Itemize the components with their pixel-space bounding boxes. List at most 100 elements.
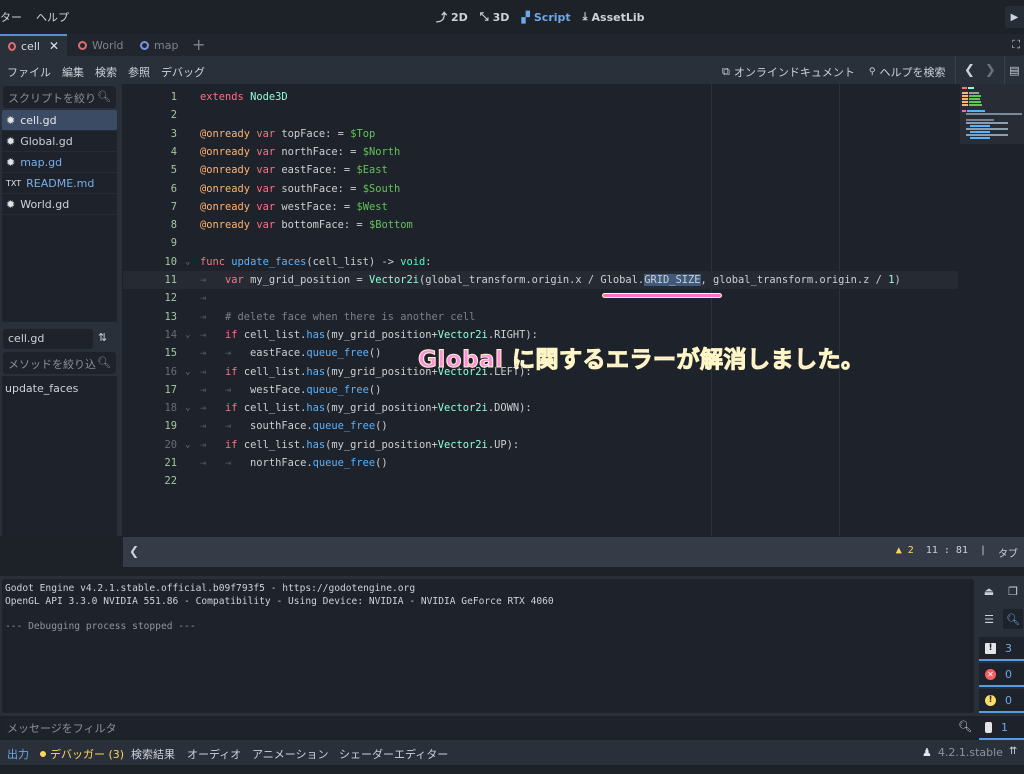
tab-audio[interactable]: オーディオ (187, 746, 241, 762)
workspace-2d[interactable]: ⤴ 2D (436, 9, 468, 25)
sort-button[interactable]: ⇅ (98, 331, 107, 344)
tab-output[interactable]: 出力 (7, 746, 29, 762)
fold-arrow-icon[interactable]: ⌄ (185, 363, 190, 381)
tab-debugger[interactable]: デバッガー (3) (40, 746, 124, 762)
script-menu-bar: ファイル 編集 検索 参照 デバッグ ⧉ オンラインドキュメント ⚲ ヘルプを検索 (0, 56, 1024, 84)
code-line: 2 (123, 106, 958, 124)
filter-editor-messages-button[interactable]: 1 (979, 716, 1024, 740)
method-item[interactable]: update_faces (5, 382, 114, 395)
workspace-3d[interactable]: ⤡ 3D (480, 9, 510, 25)
pin-icon: ⇈ (1009, 746, 1018, 757)
script-item-global[interactable]: ✹ Global.gd (2, 131, 117, 152)
tab-world[interactable]: World (70, 34, 132, 56)
menu-help[interactable]: ヘルプ (36, 9, 69, 25)
menu-search[interactable]: 検索 (95, 64, 117, 80)
version-info[interactable]: ♟ 4.2.1.stable (922, 746, 1003, 759)
menu-file[interactable]: ファイル (7, 64, 51, 80)
bottom-panel-tabs: 出力 デバッガー (3) 検索結果 オーディオ アニメーション シェーダーエディ… (0, 740, 1024, 765)
message-filter-input[interactable]: メッセージをフィルタ (2, 716, 974, 738)
code-line: 21 ⇥ ⇥ northFace.queue_free() (123, 454, 958, 472)
distraction-free-button[interactable]: ⛶ (1012, 38, 1020, 52)
fold-arrow-icon[interactable]: ⌄ (185, 399, 190, 417)
list-icon: ☰ (984, 612, 994, 626)
tab-shader-editor-label: シェーダーエディター (339, 748, 449, 761)
close-icon[interactable]: ✕ (49, 39, 59, 53)
back-arrow-icon[interactable]: ❮ (964, 63, 975, 78)
code-line: 20 ⌄ ⇥ if cell_list.has(my_grid_position+V… (123, 436, 958, 454)
script-filter-input[interactable]: スクリプトを絞り 🔍︎ (3, 86, 116, 108)
main-menu: ター ヘルプ (0, 9, 69, 25)
menu-debug[interactable]: デバッグ (161, 64, 205, 80)
copy-output-button[interactable]: ❐ (1003, 581, 1023, 601)
warning-icon: ▲ (895, 545, 902, 556)
output-tools: ⏏ ❐ ☰ 🔍︎ ! 3 ✕ 0 ! 0 (977, 576, 1024, 716)
code-line: 18 ⌄ ⇥ if cell_list.has(my_grid_position+V… (123, 399, 958, 417)
method-list: update_faces (2, 376, 117, 536)
script-item-cell[interactable]: ✹ cell.gd (2, 110, 117, 131)
scene-2d-icon (140, 40, 149, 50)
errors-count: 0 (1005, 667, 1012, 681)
warnings-button[interactable]: ▲ 2 (896, 545, 914, 560)
toggle-search-button[interactable]: 🔍︎ (1003, 609, 1023, 629)
line-number: 5 (170, 164, 177, 177)
tab-cell-label: cell (21, 39, 40, 53)
indent-mode[interactable]: タブ (998, 545, 1018, 560)
line-number: 20 (164, 438, 177, 451)
fold-arrow-icon[interactable]: ⌄ (185, 326, 190, 344)
play-button[interactable]: ▶ (1005, 6, 1024, 28)
forward-arrow-icon[interactable]: ❯ (985, 63, 996, 78)
cursor-position: 11 : 81 (925, 545, 968, 556)
gear-icon: ✹ (6, 134, 16, 148)
tab-map[interactable]: map (132, 34, 186, 56)
download-icon: ⤓ (582, 10, 588, 23)
script-item-readme[interactable]: TXT README.md (2, 173, 117, 194)
line-number: 22 (164, 475, 177, 488)
error-icon: ✕ (985, 668, 996, 680)
line-number: 10 (164, 255, 177, 268)
code-editor[interactable]: 1 extends Node3D 2 3 @onready var topFace:… (123, 84, 1024, 536)
script-item-world[interactable]: ✹ World.gd (2, 194, 117, 215)
line-number: 1 (170, 91, 177, 103)
version-label: 4.2.1.stable (937, 746, 1003, 759)
filter-errors-button[interactable]: ✕ 0 (979, 663, 1024, 687)
add-tab-button[interactable]: + (192, 35, 205, 54)
annotation-underline (602, 293, 722, 298)
toggle-scripts-panel-icon[interactable]: ❮ (129, 544, 139, 558)
line-number: 7 (170, 200, 177, 213)
filter-warnings-button[interactable]: ! 0 (979, 689, 1024, 713)
message-icon: ! (985, 642, 996, 654)
code-line: 17 ⇥ ⇥ westFace.queue_free() (123, 381, 958, 399)
method-filter-placeholder: メソッドを絞り込 (8, 358, 96, 371)
tab-cell[interactable]: cell ✕ (0, 34, 67, 56)
minimap[interactable] (960, 84, 1024, 144)
output-log[interactable]: Godot Engine v4.2.1.stable.official.b09f… (2, 579, 974, 713)
line-number: 12 (164, 292, 177, 305)
tab-search-results[interactable]: 検索結果 (131, 746, 175, 762)
workspace-assetlib[interactable]: ⤓ AssetLib (583, 9, 645, 25)
workspace-3d-label: 3D (492, 10, 510, 24)
script-item-map[interactable]: ✹ map.gd (2, 152, 117, 173)
tab-animation[interactable]: アニメーション (252, 746, 329, 762)
code-line: 5 @onready var eastFace: = $East (123, 161, 958, 179)
fold-arrow-icon[interactable]: ⌄ (185, 436, 190, 454)
toggle-panel-button[interactable]: ▤ (1004, 56, 1024, 84)
panel-splitter[interactable] (0, 567, 1024, 576)
collapse-duplicates-button[interactable]: ☰ (979, 609, 999, 629)
search-help-label: ヘルプを検索 (879, 66, 946, 79)
tab-shader-editor[interactable]: シェーダーエディター (339, 746, 448, 762)
search-help-button[interactable]: ⚲ ヘルプを検索 (869, 64, 946, 80)
fold-arrow-icon[interactable]: ⌄ (185, 253, 190, 271)
menu-editor[interactable]: ター (0, 9, 22, 25)
menu-edit[interactable]: 編集 (62, 64, 84, 80)
pin-panel-button[interactable]: ⇈ (1009, 746, 1017, 757)
method-filter-input[interactable]: メソッドを絞り込 🔍︎ (3, 352, 116, 374)
menu-goto[interactable]: 参照 (128, 64, 150, 80)
workspace-script[interactable]: ▞ Script (521, 9, 570, 25)
current-script-name: cell.gd (3, 329, 93, 349)
clear-output-button[interactable]: ⏏ (979, 581, 999, 601)
online-docs-button[interactable]: ⧉ オンラインドキュメント (722, 64, 855, 80)
script-icon: ▞ (521, 10, 530, 24)
annotation-text: Global に関するエラーが解消しました。 (417, 347, 865, 374)
filter-messages-button[interactable]: ! 3 (979, 637, 1024, 661)
